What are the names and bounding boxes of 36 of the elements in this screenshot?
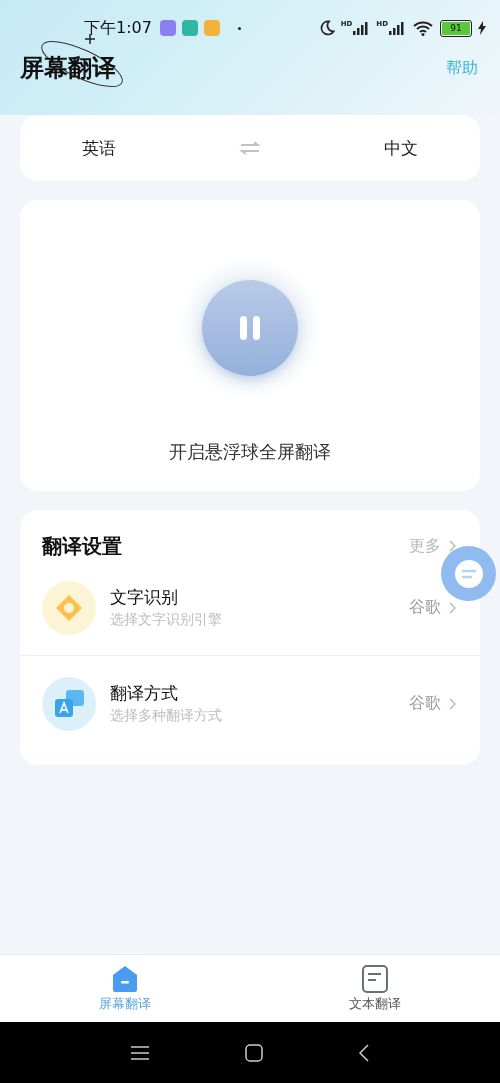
chat-icon <box>453 558 484 589</box>
setting-description: 选择文字识别引擎 <box>110 611 223 629</box>
chevron-icon <box>449 540 456 552</box>
battery-level: 91 <box>442 21 470 35</box>
setting-value: 谷歌 <box>409 693 441 714</box>
back-icon[interactable] <box>358 1043 370 1062</box>
signal-icon <box>388 20 406 36</box>
source-language[interactable]: 英语 <box>81 136 116 160</box>
setting-value: 谷歌 <box>409 597 441 618</box>
settings-row[interactable]: 翻译方式 选择多种翻译方式 谷歌 <box>20 656 480 751</box>
status-time: 下午1:07 <box>84 17 152 39</box>
crosshair-icon <box>42 580 96 635</box>
more-notifications-icon <box>237 26 241 30</box>
home-tab-icon <box>111 964 139 993</box>
app-notification-icon <box>181 20 198 36</box>
app-notification-icon <box>159 20 176 36</box>
menu-icon[interactable] <box>130 1044 150 1061</box>
chevron-icon <box>449 601 456 614</box>
document-icon <box>361 964 389 993</box>
section-title: 翻译设置 <box>42 532 122 560</box>
target-language[interactable]: 中文 <box>384 136 419 160</box>
signal-icon <box>352 20 371 36</box>
settings-row[interactable]: 文字识别 选择文字识别引擎 谷歌 <box>20 560 480 655</box>
app-notification-icon <box>203 20 220 36</box>
chevron-icon <box>449 697 456 710</box>
float-ball-caption: 开启悬浮球全屏翻译 <box>169 440 331 464</box>
setting-title: 翻译方式 <box>110 682 179 705</box>
home-icon[interactable] <box>245 1043 263 1062</box>
wifi-icon <box>412 20 434 36</box>
page-title: 屏幕翻译 <box>20 54 116 82</box>
setting-title: 文字识别 <box>110 586 179 609</box>
pause-icon <box>237 314 263 342</box>
setting-description: 选择多种翻译方式 <box>110 707 223 725</box>
translate-icon <box>42 676 96 731</box>
nav-tab[interactable]: 文本翻译 <box>250 955 500 1022</box>
moon-icon <box>318 20 335 36</box>
